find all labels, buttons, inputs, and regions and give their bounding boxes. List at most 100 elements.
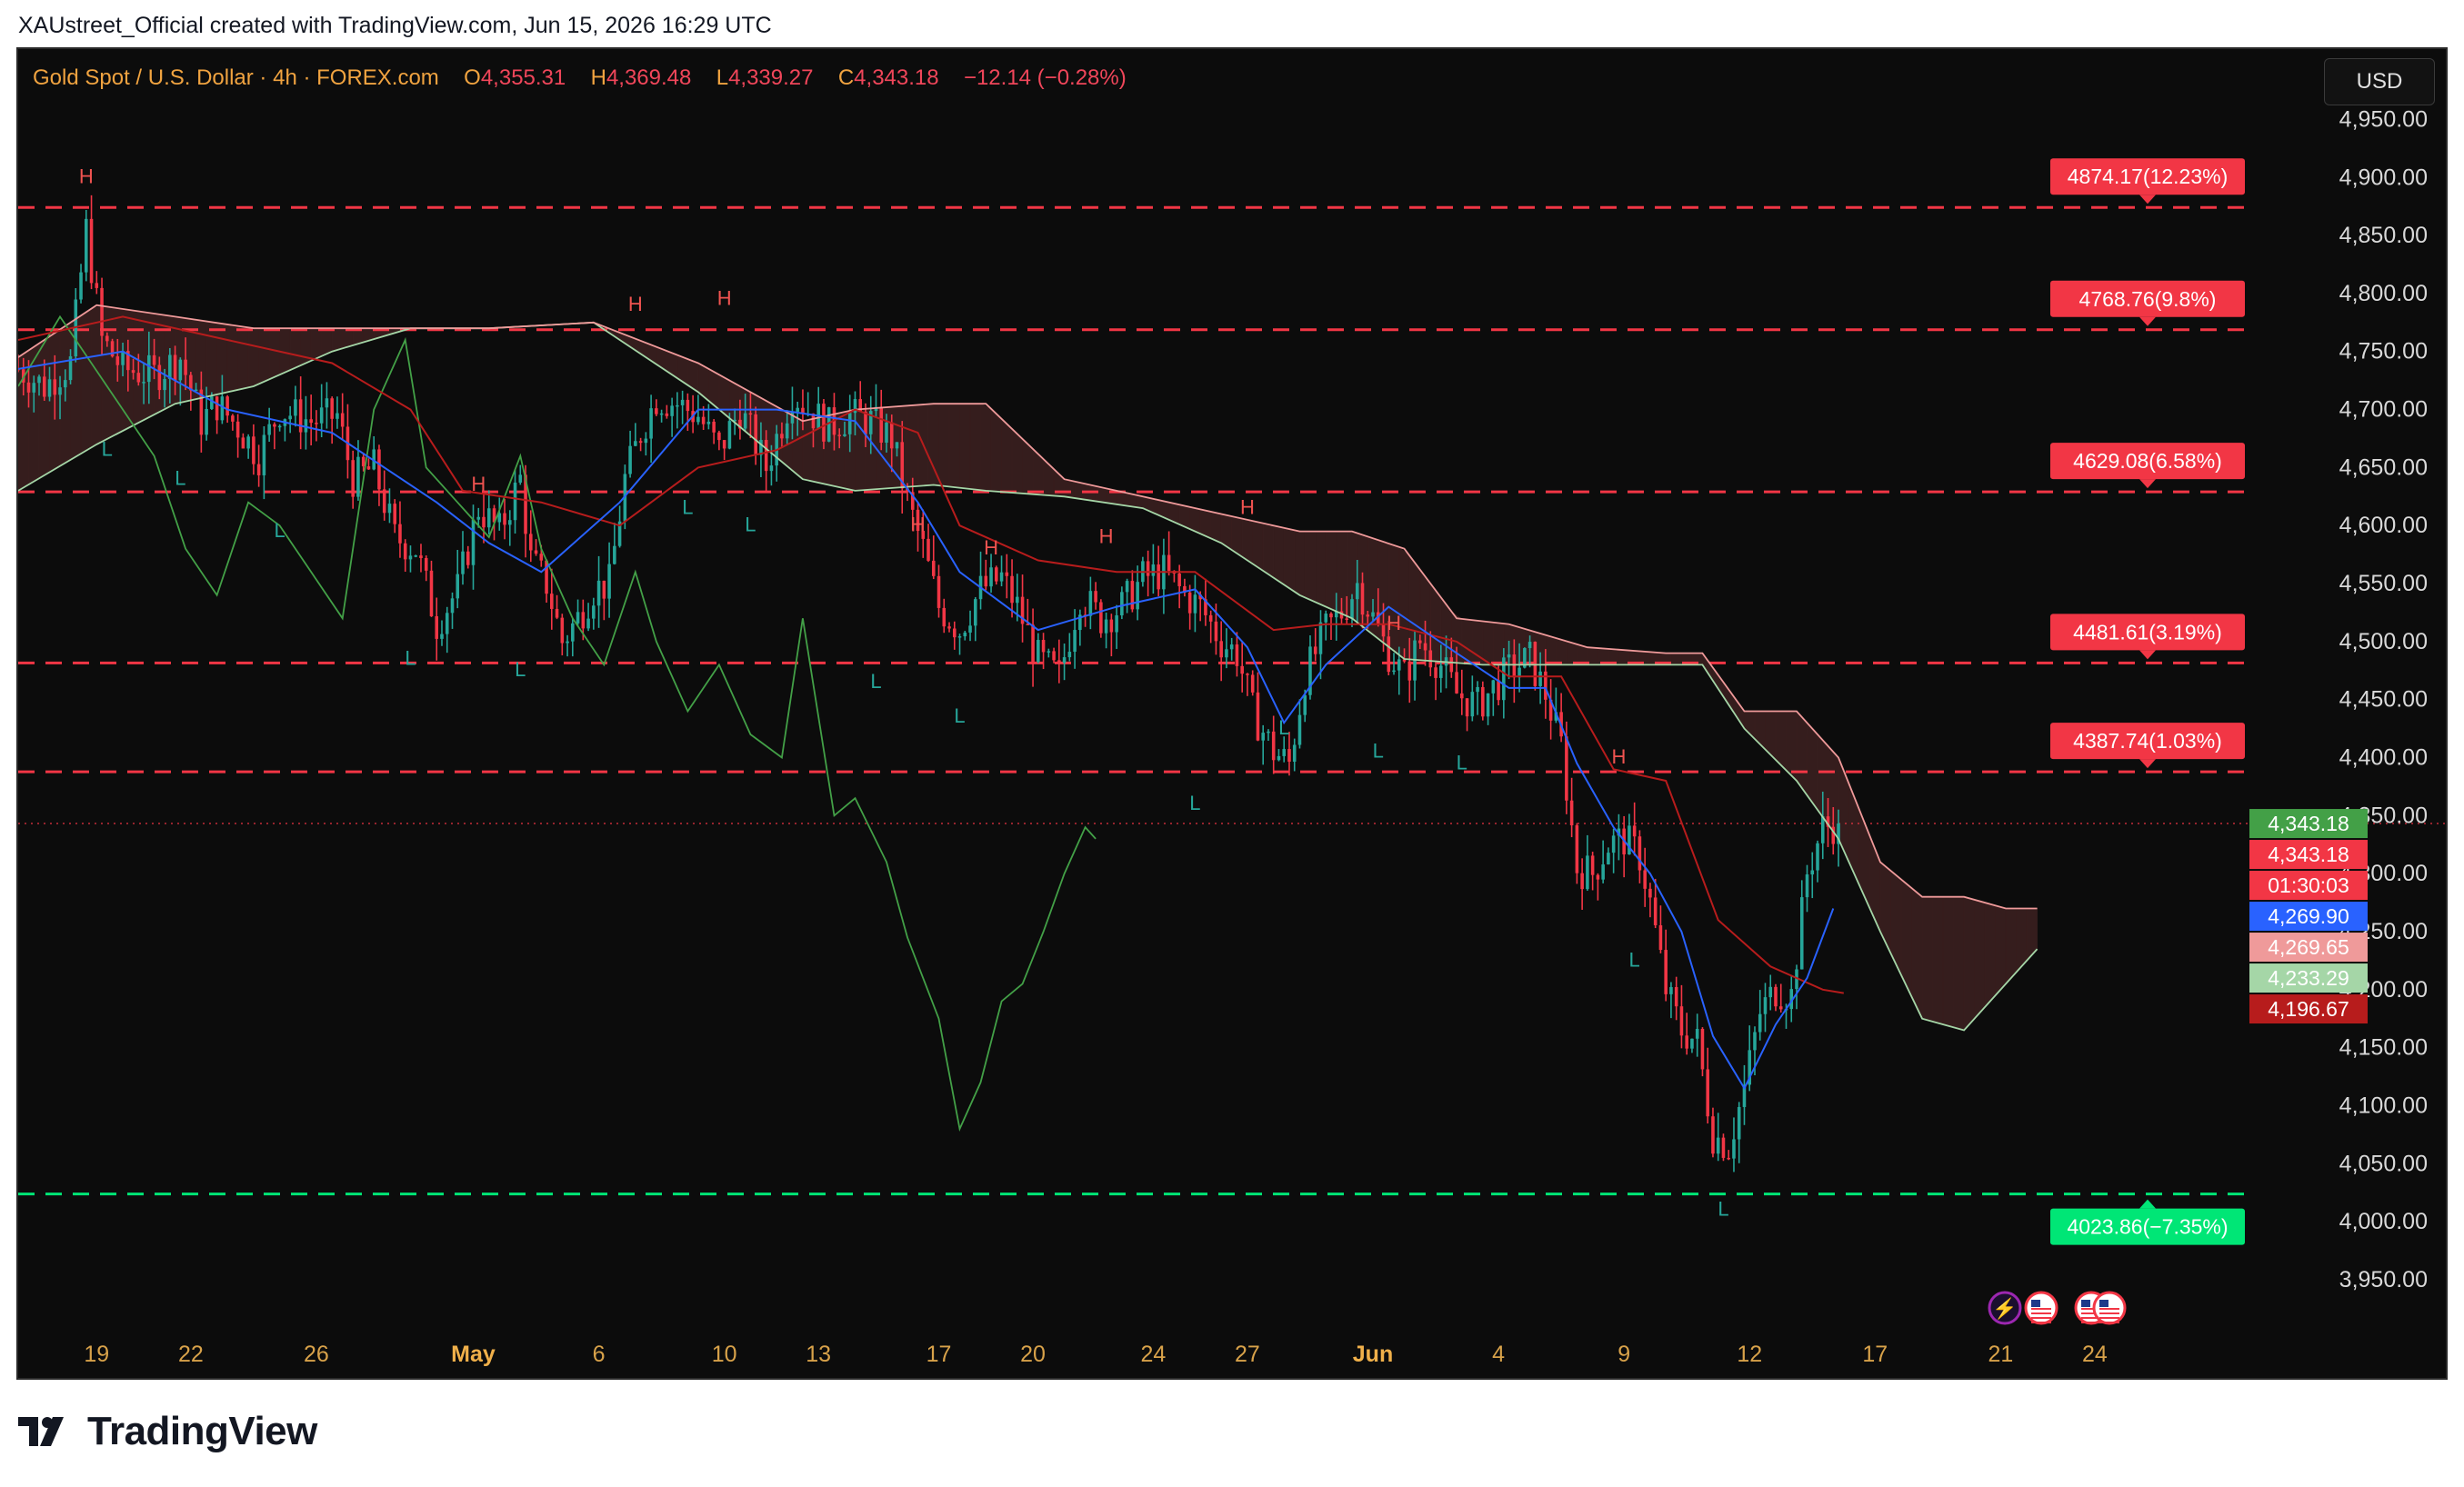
candle-body bbox=[450, 598, 455, 614]
candle-body bbox=[1497, 680, 1500, 701]
candle-body bbox=[456, 574, 460, 599]
candle-body bbox=[1287, 749, 1291, 763]
symbol-name[interactable]: Gold Spot / U.S. Dollar · 4h · FOREX.com bbox=[33, 65, 439, 90]
candle-body bbox=[152, 354, 156, 365]
candle-body bbox=[634, 441, 637, 446]
candle-body bbox=[885, 422, 888, 443]
candle-body bbox=[937, 575, 941, 608]
cloud-segment bbox=[1273, 524, 1285, 585]
tradingview-logo[interactable]: TradingView bbox=[18, 1409, 317, 1454]
candle-body bbox=[659, 413, 664, 415]
candle-body bbox=[79, 272, 83, 300]
y-axis-tick-label: 4,800.00 bbox=[2339, 281, 2428, 306]
cloud-segment bbox=[1566, 641, 1578, 665]
swing-low-marker: L bbox=[1373, 740, 1384, 763]
swing-low-marker: L bbox=[1457, 751, 1467, 773]
swing-high-marker: H bbox=[1240, 495, 1255, 518]
candle-body bbox=[1423, 643, 1427, 651]
us-flag-canton bbox=[2099, 1300, 2108, 1307]
candle-body bbox=[638, 441, 643, 444]
candle-body bbox=[1732, 1139, 1736, 1159]
candle-body bbox=[1088, 591, 1093, 616]
candle-body bbox=[336, 413, 339, 419]
x-axis-date-label: 17 bbox=[1862, 1342, 1888, 1367]
candle-body bbox=[1360, 583, 1365, 615]
candle-body bbox=[571, 623, 575, 642]
cloud-segment bbox=[1942, 896, 1954, 1028]
level-label-resistance: 4874.17(12.23%) bbox=[2050, 158, 2245, 205]
candle-body bbox=[613, 545, 616, 564]
candle-body bbox=[32, 383, 36, 393]
candle-body bbox=[115, 356, 120, 365]
candle-body bbox=[1758, 1013, 1762, 1033]
candle-body bbox=[1073, 630, 1077, 653]
candle-body bbox=[288, 415, 292, 420]
candle-body bbox=[1318, 622, 1323, 654]
candle-body bbox=[534, 550, 538, 554]
cloud-segment bbox=[708, 368, 720, 411]
candle-body bbox=[1575, 825, 1579, 873]
candle-body bbox=[1397, 659, 1401, 671]
swing-high-marker: H bbox=[628, 293, 643, 315]
y-axis-tick-label: 4,650.00 bbox=[2339, 454, 2428, 480]
candle-body bbox=[1628, 825, 1631, 855]
candle-body bbox=[1016, 596, 1019, 604]
swing-high-marker: H bbox=[471, 473, 486, 495]
candle-body bbox=[37, 376, 41, 384]
candle-body bbox=[676, 404, 679, 407]
candle-body bbox=[309, 419, 313, 424]
candle-body bbox=[1460, 693, 1464, 699]
candle-body bbox=[382, 489, 386, 514]
y-axis-tick-label: 4,550.00 bbox=[2339, 571, 2428, 596]
tradingview-logo-icon bbox=[18, 1417, 64, 1446]
cloud-segment bbox=[1838, 757, 1849, 863]
candle-body bbox=[957, 636, 962, 638]
candle-body bbox=[1481, 686, 1485, 717]
x-axis-date-label: 17 bbox=[927, 1342, 952, 1367]
candle-body bbox=[1816, 843, 1819, 871]
candle-body bbox=[325, 398, 329, 408]
candle-body bbox=[1329, 614, 1333, 618]
candle-body bbox=[1799, 897, 1804, 970]
x-axis-date-label: 20 bbox=[1020, 1342, 1046, 1367]
currency-button[interactable]: USD bbox=[2324, 58, 2435, 105]
candle-body bbox=[1282, 749, 1286, 756]
candle-body bbox=[1392, 670, 1396, 673]
candle-body bbox=[142, 382, 145, 384]
candle-body bbox=[1455, 672, 1458, 694]
cloud-segment bbox=[247, 327, 259, 388]
us-flag-stripe bbox=[2031, 1322, 2051, 1323]
us-flag-canton bbox=[2081, 1300, 2090, 1307]
candle-body bbox=[366, 466, 371, 470]
chart-pane[interactable]: H L L L H L L H H L L H L H L H H L L L H L L H L 4874.17(12.23%)… bbox=[16, 47, 2448, 1380]
candle-body bbox=[1151, 564, 1156, 576]
level-label-pointer bbox=[2139, 479, 2156, 489]
candle-body bbox=[184, 359, 187, 375]
candle-body bbox=[361, 456, 366, 467]
cloud-segment bbox=[1963, 896, 1975, 1032]
candle-body bbox=[931, 560, 936, 576]
us-flag-stripe bbox=[2099, 1312, 2119, 1314]
candle-body bbox=[995, 567, 998, 582]
candle-body bbox=[769, 465, 774, 472]
x-axis-month-label: Jun bbox=[1353, 1342, 1393, 1367]
candle-body bbox=[246, 436, 250, 449]
candle-body bbox=[1679, 1006, 1684, 1036]
candle-body bbox=[1214, 621, 1218, 642]
y-axis-tick-label: 4,000.00 bbox=[2339, 1209, 2428, 1234]
cloud-segment bbox=[1294, 529, 1306, 598]
cloud-segment bbox=[289, 327, 301, 371]
candle-body bbox=[220, 396, 225, 421]
candle-body bbox=[748, 413, 753, 415]
candle-body bbox=[1256, 692, 1260, 741]
swing-low-marker: L bbox=[745, 514, 756, 536]
cloud-segment bbox=[1984, 902, 1996, 1008]
price-chart-svg[interactable]: H L L L H L L H H L L H L H L H H L L L H L L H L 4874.17(12.23%)… bbox=[18, 49, 2446, 1378]
candle-body bbox=[1371, 612, 1375, 617]
candle-body bbox=[1099, 602, 1103, 634]
price-badge-text: 4,269.90 bbox=[2268, 904, 2349, 928]
candle-body bbox=[1538, 671, 1542, 686]
candle-body bbox=[461, 551, 465, 574]
candle-body bbox=[1449, 657, 1454, 673]
candle-body bbox=[429, 570, 434, 616]
